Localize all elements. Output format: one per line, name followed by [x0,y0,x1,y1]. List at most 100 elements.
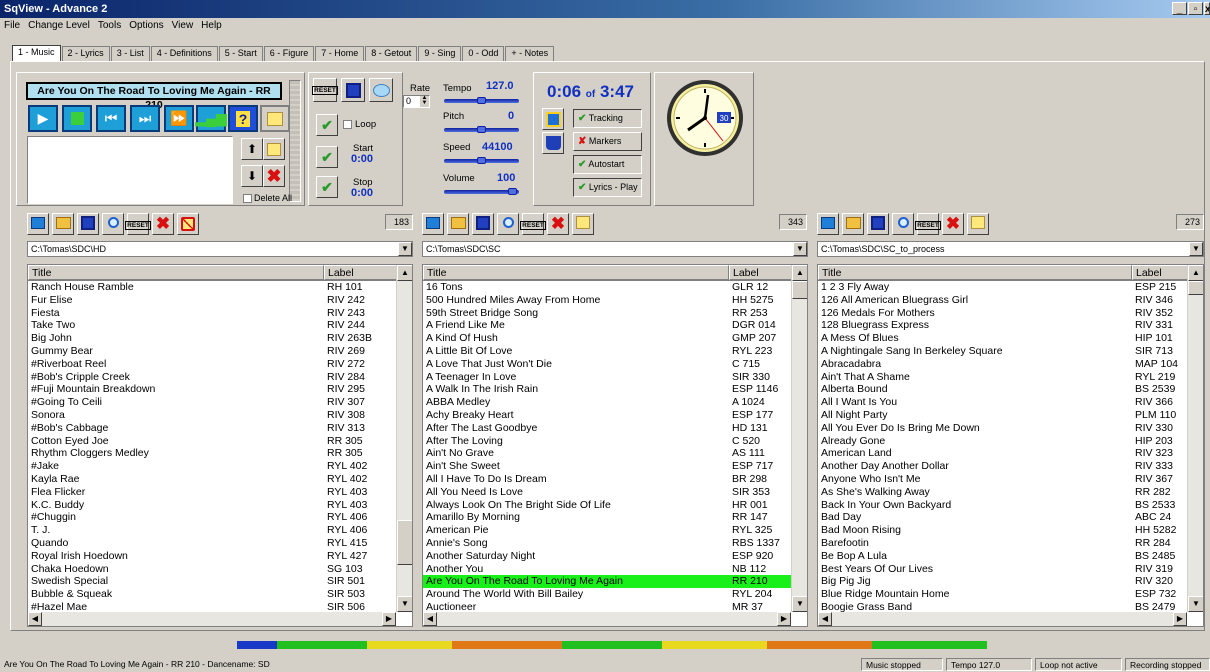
notes-button[interactable] [260,105,290,132]
list-item[interactable]: Chaka Hoedown SG 103 [28,563,412,576]
list-item[interactable]: Already Gone HIP 203 [818,435,1203,448]
list-item[interactable]: #Bob's Cabbage RIV 313 [28,422,412,435]
list-item[interactable]: Fiesta RIV 243 [28,307,412,320]
list-item[interactable]: #Bob's Cripple Creek RIV 284 [28,371,412,384]
scroll-up-icon[interactable]: ▲ [1188,265,1203,281]
lyrics-play-toggle[interactable]: ✔ Lyrics - Play [573,178,642,197]
list-item[interactable]: Fur Elise RIV 242 [28,294,412,307]
scroll-down-icon[interactable]: ▼ [792,596,807,612]
tab-notes[interactable]: + - Notes [505,46,555,61]
pitch-slider[interactable] [444,126,519,133]
folder-path-select[interactable]: C:\Tomas\SDC\SC ▼ [422,241,808,257]
menu-options[interactable]: Options [129,18,163,34]
list-item[interactable]: Ranch House Ramble RH 101 [28,281,412,294]
list-item[interactable]: Another Saturday Night ESP 920 [423,550,807,563]
restore-button[interactable]: ▫ [1188,2,1203,15]
slider-knob[interactable] [477,157,486,164]
song-progress-bar[interactable] [237,641,992,649]
loop-checkbox[interactable] [343,120,352,129]
browse-folder-button[interactable] [447,213,469,235]
tab-music[interactable]: 1 - Music [12,45,61,61]
list-item[interactable]: K.C. Buddy RYL 403 [28,499,412,512]
remove-button[interactable]: ✖ [547,213,569,235]
browse-folder-button[interactable] [842,213,864,235]
list-item[interactable]: American Land RIV 323 [818,447,1203,460]
vertical-scrollbar[interactable]: ▲ ▼ [396,265,412,612]
list-item[interactable]: Ain't That A Shame RYL 219 [818,371,1203,384]
chevron-down-icon[interactable]: ▼ [398,242,412,256]
open-button[interactable] [817,213,839,235]
list-item[interactable]: Take Two RIV 244 [28,319,412,332]
fast-forward-button[interactable]: ⏩ [164,105,194,132]
column-header-title[interactable]: Title [423,265,729,280]
reset-list-button[interactable]: RESET [915,213,941,235]
list-item[interactable]: Rhythm Cloggers Medley RR 305 [28,447,412,460]
list-item[interactable]: 126 All American Bluegrass Girl RIV 346 [818,294,1203,307]
tab-lyrics[interactable]: 2 - Lyrics [61,46,110,61]
list-item[interactable]: Back In Your Own Backyard BS 2533 [818,499,1203,512]
folder-path-select[interactable]: C:\Tomas\SDC\HD ▼ [27,241,413,257]
list-item[interactable]: 16 Tons GLR 12 [423,281,807,294]
folder-path-select[interactable]: C:\Tomas\SDC\SC_to_process ▼ [817,241,1204,257]
delete-cue-button[interactable]: ✖ [263,165,285,187]
menu-tools[interactable]: Tools [98,18,121,34]
menu-view[interactable]: View [172,18,194,34]
browse-folder-button[interactable] [52,213,74,235]
vertical-scrollbar[interactable]: ▲ ▼ [791,265,807,612]
remove-button[interactable]: ✖ [152,213,174,235]
list-item[interactable]: 128 Bluegrass Express RIV 331 [818,319,1203,332]
list-item[interactable]: Are You On The Road To Loving Me Again RR… [423,575,807,589]
set-stop-button[interactable]: ✔ [316,176,338,198]
save-markers-button[interactable] [341,78,365,102]
notes-list-button[interactable] [177,213,199,235]
list-item[interactable]: A Little Bit Of Love RYL 223 [423,345,807,358]
chevron-down-icon[interactable]: ▼ [1189,242,1203,256]
list-item[interactable]: A Love That Just Won't Die C 715 [423,358,807,371]
list-item[interactable]: A Friend Like Me DGR 014 [423,319,807,332]
move-down-button[interactable]: ⬇ [241,165,263,187]
autostart-toggle[interactable]: ✔ Autostart [573,155,642,174]
tab-figure[interactable]: 6 - Figure [263,46,315,61]
tab-odd[interactable]: 0 - Odd [462,46,505,61]
list-item[interactable]: Bubble & Squeak SIR 503 [28,588,412,601]
list-item[interactable]: All Night Party PLM 110 [818,409,1203,422]
speed-slider[interactable] [444,157,519,164]
scroll-up-icon[interactable]: ▲ [397,265,412,281]
list-item[interactable]: Swedish Special SIR 501 [28,575,412,588]
list-item[interactable]: Big Pig Jig RIV 320 [818,575,1203,588]
scroll-left-icon[interactable]: ◀ [818,612,832,626]
list-item[interactable]: Gummy Bear RIV 269 [28,345,412,358]
list-item[interactable]: A Mess Of Blues HIP 101 [818,332,1203,345]
volume-level-button[interactable]: ▂▄▆ [195,105,227,132]
list-item[interactable]: #Riverboat Reel RIV 272 [28,358,412,371]
list-item[interactable]: #Going To Ceili RIV 307 [28,396,412,409]
search-button[interactable] [102,213,124,235]
scroll-right-icon[interactable]: ▶ [777,612,791,626]
tracking-toggle[interactable]: ✔ Tracking [573,109,642,128]
list-item[interactable]: Sonora RIV 308 [28,409,412,422]
list-item[interactable]: #Chuggin RYL 406 [28,511,412,524]
song-list[interactable]: Title Label 1 2 3 Fly Away ESP 215 126 All A… [817,264,1204,627]
list-item[interactable]: A Nightingale Sang In Berkeley Square SIR… [818,345,1203,358]
open-button[interactable] [27,213,49,235]
list-item[interactable]: Anyone Who Isn't Me RIV 367 [818,473,1203,486]
list-item[interactable]: Around The World With Bill Bailey RYL 204 [423,588,807,601]
list-item[interactable]: A Kind Of Hush GMP 207 [423,332,807,345]
list-item[interactable]: All You Need Is Love SIR 353 [423,486,807,499]
reset-list-button[interactable]: RESET [520,213,546,235]
list-item[interactable]: Royal Irish Hoedown RYL 427 [28,550,412,563]
list-item[interactable]: Best Years Of Our Lives RIV 319 [818,563,1203,576]
list-item[interactable]: Be Bop A Lula BS 2485 [818,550,1203,563]
next-button[interactable]: ⏭ [130,105,160,132]
list-item[interactable]: Ain't No Grave AS 111 [423,447,807,460]
scroll-thumb[interactable] [397,520,412,565]
cue-list[interactable] [27,136,233,204]
scroll-right-icon[interactable]: ▶ [382,612,396,626]
sync-button[interactable] [542,108,564,130]
list-item[interactable]: Big John RIV 263B [28,332,412,345]
list-item[interactable]: #Fuji Mountain Breakdown RIV 295 [28,383,412,396]
list-item[interactable]: Amarillo By Morning RR 147 [423,511,807,524]
open-button[interactable] [422,213,444,235]
comment-button[interactable] [369,78,393,102]
scroll-thumb[interactable] [1188,281,1203,295]
